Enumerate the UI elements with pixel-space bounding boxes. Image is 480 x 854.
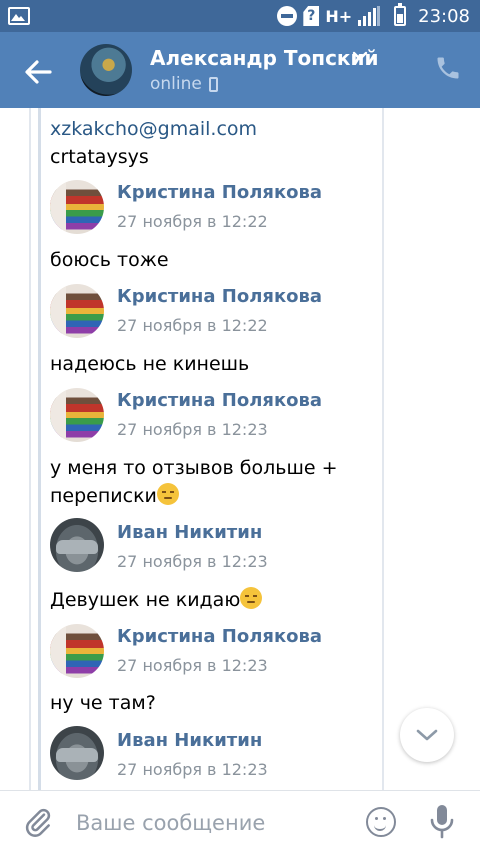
forwarded-bar (38, 108, 41, 790)
message-text-line: у меня то отзывов больше + (50, 457, 338, 479)
message-list[interactable]: xzkakcho@gmail.com crtataysys Кристина П… (0, 108, 480, 790)
contact-avatar[interactable] (80, 44, 132, 96)
message-card-edge (29, 108, 31, 790)
sender-name[interactable]: Иван Никитин (117, 730, 262, 751)
signal-icon (358, 6, 381, 26)
message-text-line2: переписки (50, 485, 157, 507)
avatar[interactable] (50, 180, 104, 234)
sender-name[interactable]: Кристина Полякова (117, 390, 322, 411)
mic-icon[interactable] (428, 803, 456, 841)
message-date: 27 ноября в 12:22 (117, 316, 268, 335)
status-bar: ? H+ 23:08 (0, 0, 480, 32)
message-text: crtataysys (50, 146, 149, 168)
sender-name[interactable]: Кристина Полякова (117, 626, 322, 647)
message-date: 27 ноября в 12:23 (117, 656, 268, 675)
message-text: боюсь тоже (50, 249, 169, 271)
message-text-line: переписки (50, 481, 179, 511)
dnd-icon (277, 6, 298, 26)
status-icons: ? H+ 23:08 (277, 0, 470, 32)
message-text: ну че там? (50, 692, 156, 714)
avatar[interactable] (50, 518, 104, 572)
forwarded-email-link[interactable]: xzkakcho@gmail.com (50, 114, 257, 144)
message-text: Девушек не кидаю (50, 589, 241, 611)
back-arrow-icon[interactable] (20, 54, 56, 90)
message-date: 27 ноября в 12:23 (117, 552, 268, 571)
message-card-edge (382, 108, 384, 790)
chat-header: Александр Топский online (0, 32, 480, 108)
sender-name[interactable]: Кристина Полякова (117, 286, 322, 307)
avatar[interactable] (50, 388, 104, 442)
network-type: H+ (325, 6, 353, 26)
message-date: 27 ноября в 12:23 (117, 760, 268, 779)
sim-icon: ? (303, 6, 320, 26)
chevron-down-icon[interactable] (352, 50, 368, 62)
emoji-icon[interactable] (366, 807, 396, 837)
status-time: 23:08 (418, 5, 470, 27)
sender-name[interactable]: Кристина Полякова (117, 182, 322, 203)
contact-status: online (150, 74, 202, 94)
gallery-icon (8, 7, 30, 25)
chevron-down-icon (416, 729, 438, 741)
avatar[interactable] (50, 284, 104, 338)
mobile-online-icon (209, 77, 218, 92)
message-text-line: Девушек не кидаю (50, 585, 263, 615)
message-composer: Ваше сообщение (0, 790, 480, 854)
smirk-emoji-icon (240, 587, 263, 609)
message-text: надеюсь не кинешь (50, 353, 250, 375)
scroll-down-button[interactable] (400, 708, 454, 762)
avatar[interactable] (50, 726, 104, 780)
phone-icon[interactable] (434, 54, 462, 82)
avatar[interactable] (50, 624, 104, 678)
message-input[interactable]: Ваше сообщение (76, 811, 265, 835)
attach-icon[interactable] (22, 805, 54, 839)
message-date: 27 ноября в 12:23 (117, 420, 268, 439)
sender-name[interactable]: Иван Никитин (117, 522, 262, 543)
unamused-emoji-icon (156, 483, 179, 505)
battery-icon (394, 3, 407, 26)
contact-name[interactable]: Александр Топский (150, 46, 379, 70)
message-date: 27 ноября в 12:22 (117, 212, 268, 231)
